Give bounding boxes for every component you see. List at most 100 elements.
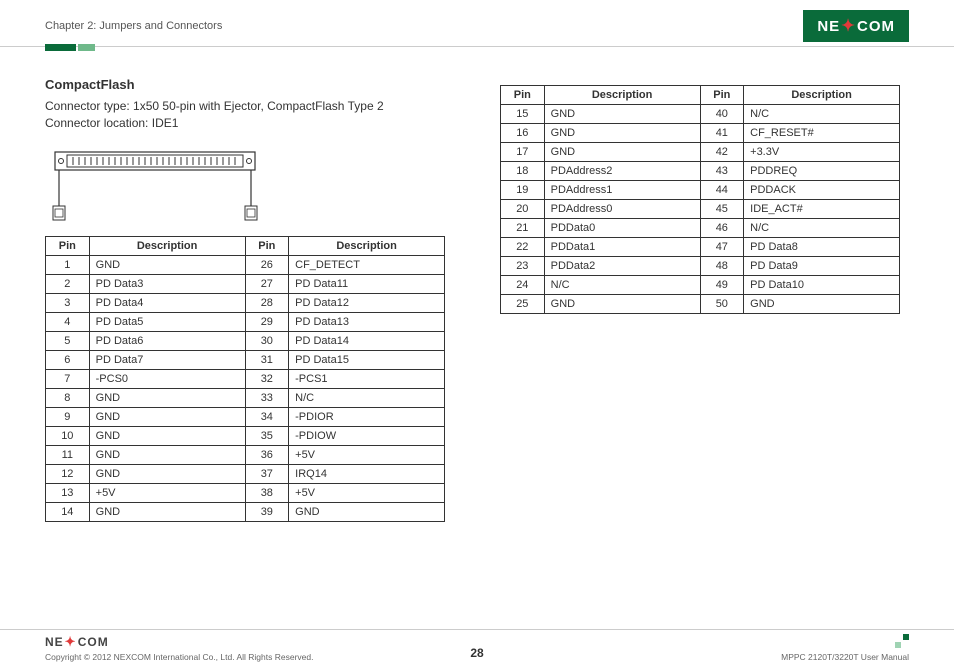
pin-cell: 7	[46, 369, 90, 388]
copyright: Copyright © 2012 NEXCOM International Co…	[45, 652, 313, 662]
table-row: 18PDAddress243PDDREQ	[501, 162, 900, 181]
pin-cell: 20	[501, 200, 545, 219]
content-area: CompactFlash Connector type: 1x50 50-pin…	[0, 47, 954, 522]
desc-cell: PD Data3	[89, 274, 245, 293]
desc-cell: PDDACK	[744, 181, 900, 200]
pin-cell: 33	[245, 388, 289, 407]
pin-cell: 24	[501, 276, 545, 295]
desc-cell: -PCS0	[89, 369, 245, 388]
desc-cell: PDData2	[544, 257, 700, 276]
pin-cell: 41	[700, 124, 744, 143]
th-pin: Pin	[501, 86, 545, 105]
pin-cell: 46	[700, 219, 744, 238]
pin-cell: 11	[46, 445, 90, 464]
left-column: CompactFlash Connector type: 1x50 50-pin…	[45, 77, 445, 522]
table-row: 14GND39GND	[46, 502, 445, 521]
th-pin: Pin	[245, 236, 289, 255]
pin-cell: 26	[245, 255, 289, 274]
desc-cell: GND	[544, 124, 700, 143]
table-row: 21PDData046N/C	[501, 219, 900, 238]
desc-cell: GND	[89, 255, 245, 274]
pin-cell: 45	[700, 200, 744, 219]
table-row: 13+5V38+5V	[46, 483, 445, 502]
desc-cell: PD Data7	[89, 350, 245, 369]
pin-cell: 22	[501, 238, 545, 257]
pin-cell: 44	[700, 181, 744, 200]
table-row: 10GND35-PDIOW	[46, 426, 445, 445]
table-row: 7-PCS032-PCS1	[46, 369, 445, 388]
pin-cell: 9	[46, 407, 90, 426]
table-row: 9GND34-PDIOR	[46, 407, 445, 426]
pin-cell: 27	[245, 274, 289, 293]
pin-cell: 13	[46, 483, 90, 502]
desc-cell: +5V	[289, 483, 445, 502]
table-row: 23PDData248PD Data9	[501, 257, 900, 276]
desc-cell: -PCS1	[289, 369, 445, 388]
section-title: CompactFlash	[45, 77, 445, 92]
desc-cell: +3.3V	[744, 143, 900, 162]
desc-cell: PD Data8	[744, 238, 900, 257]
desc-cell: PD Data10	[744, 276, 900, 295]
th-desc: Description	[289, 236, 445, 255]
pin-cell: 2	[46, 274, 90, 293]
pin-cell: 30	[245, 331, 289, 350]
pin-cell: 1	[46, 255, 90, 274]
table-row: 12GND37IRQ14	[46, 464, 445, 483]
table-row: 1GND26CF_DETECT	[46, 255, 445, 274]
desc-cell: PDAddress2	[544, 162, 700, 181]
table-row: 11GND36+5V	[46, 445, 445, 464]
desc-cell: CF_DETECT	[289, 255, 445, 274]
page-header: Chapter 2: Jumpers and Connectors NE✦COM	[0, 0, 954, 47]
pin-cell: 31	[245, 350, 289, 369]
desc-cell: PDData1	[544, 238, 700, 257]
desc-cell: GND	[89, 426, 245, 445]
desc-cell: GND	[744, 295, 900, 314]
pin-cell: 4	[46, 312, 90, 331]
pin-cell: 38	[245, 483, 289, 502]
desc-cell: PD Data4	[89, 293, 245, 312]
table-row: 2PD Data327PD Data11	[46, 274, 445, 293]
desc-cell: GND	[544, 143, 700, 162]
table-row: 19PDAddress144PDDACK	[501, 181, 900, 200]
desc-cell: IRQ14	[289, 464, 445, 483]
pin-cell: 19	[501, 181, 545, 200]
desc-cell: PD Data13	[289, 312, 445, 331]
pin-cell: 28	[245, 293, 289, 312]
desc-cell: PDAddress1	[544, 181, 700, 200]
table-row: 5PD Data630PD Data14	[46, 331, 445, 350]
desc-cell: CF_RESET#	[744, 124, 900, 143]
th-pin: Pin	[46, 236, 90, 255]
desc-cell: -PDIOW	[289, 426, 445, 445]
desc-cell: PDAddress0	[544, 200, 700, 219]
pin-cell: 36	[245, 445, 289, 464]
pin-cell: 8	[46, 388, 90, 407]
table-row: 16GND41CF_RESET#	[501, 124, 900, 143]
table-row: 20PDAddress045IDE_ACT#	[501, 200, 900, 219]
th-desc: Description	[744, 86, 900, 105]
pin-cell: 32	[245, 369, 289, 388]
desc-cell: GND	[544, 295, 700, 314]
table-row: 8GND33N/C	[46, 388, 445, 407]
table-row: 24N/C49PD Data10	[501, 276, 900, 295]
logo-top: NE✦COM	[803, 10, 909, 42]
table-row: 25GND50GND	[501, 295, 900, 314]
manual-name: MPPC 2120T/3220T User Manual	[781, 652, 909, 662]
pin-cell: 15	[501, 105, 545, 124]
th-pin: Pin	[700, 86, 744, 105]
desc-cell: PD Data15	[289, 350, 445, 369]
desc-cell: N/C	[544, 276, 700, 295]
pin-table-right: Pin Description Pin Description 15GND40N…	[500, 85, 900, 314]
pin-cell: 48	[700, 257, 744, 276]
desc-cell: GND	[544, 105, 700, 124]
th-desc: Description	[544, 86, 700, 105]
pin-cell: 17	[501, 143, 545, 162]
page-number: 28	[470, 646, 483, 660]
desc-cell: N/C	[289, 388, 445, 407]
pin-cell: 3	[46, 293, 90, 312]
page-footer: NE✦COM Copyright © 2012 NEXCOM Internati…	[0, 629, 954, 662]
pin-cell: 6	[46, 350, 90, 369]
pin-cell: 5	[46, 331, 90, 350]
desc-cell: GND	[89, 445, 245, 464]
desc-cell: N/C	[744, 105, 900, 124]
pin-cell: 49	[700, 276, 744, 295]
